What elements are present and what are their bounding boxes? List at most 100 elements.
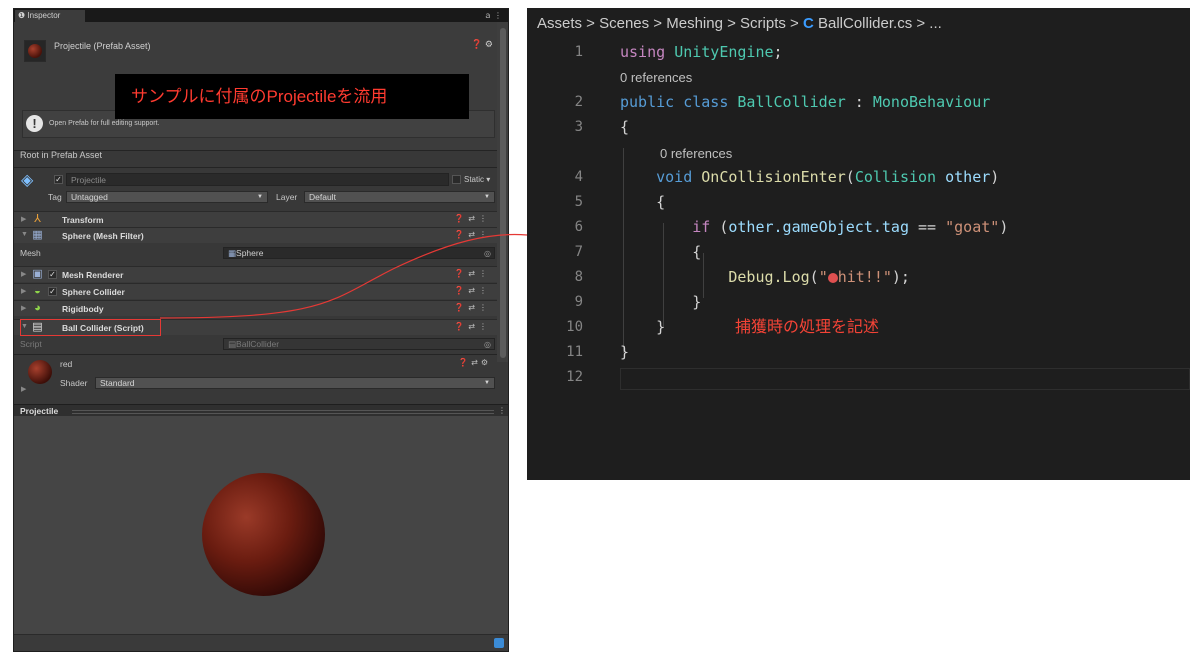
code-line-1[interactable]: using UnityEngine; (620, 43, 783, 61)
component-menu-icon[interactable]: ❓⇄⋮ (454, 230, 491, 239)
foldout-arrow-icon: ▶ (21, 305, 27, 312)
material-menu-icon[interactable]: ❓⇄⚙ (458, 358, 491, 367)
sphere-preview (202, 473, 325, 596)
tab-inspector-label: Inspector (27, 11, 61, 20)
material-name: red (60, 359, 73, 369)
line-number: 6 (574, 219, 583, 235)
component-name: Sphere (Mesh Filter) (62, 231, 144, 241)
line-number: 8 (574, 269, 583, 285)
tab-menu-icon[interactable]: ａ ⋮ (484, 9, 502, 22)
chevron-down-icon: ▼ (484, 380, 490, 386)
layer-label: Layer (276, 192, 298, 202)
drag-handle[interactable] (72, 410, 494, 414)
foldout-arrow-icon: ▼ (21, 231, 28, 238)
target-emoji-icon (827, 272, 838, 283)
code-line-4[interactable]: void OnCollisionEnter(Collision other) (620, 168, 999, 186)
component-menu-icon[interactable]: ❓⇄⋮ (454, 214, 491, 223)
code-line-3[interactable]: { (620, 118, 629, 136)
static-checkbox[interactable] (452, 175, 461, 184)
foldout-arrow-icon: ▶ (21, 216, 27, 223)
current-line-highlight[interactable] (620, 368, 1190, 390)
enabled-checkbox[interactable]: ✓ (48, 270, 57, 279)
code-line-2[interactable]: public class BallCollider : MonoBehaviou… (620, 93, 990, 111)
code-line-7[interactable]: { (620, 243, 701, 261)
shader-label: Shader (60, 378, 88, 388)
mesh-label: Mesh (20, 248, 41, 258)
static-dropdown[interactable]: Static ▾ (464, 175, 490, 184)
line-number: 11 (566, 344, 583, 360)
mesh-renderer-icon: ▣ (32, 268, 43, 280)
script-label: Script (20, 339, 42, 349)
sphere-collider-icon: ◒ (34, 285, 41, 297)
header-settings-icon[interactable]: ❓ ⚙ (471, 39, 493, 50)
codelens-references[interactable]: 0 references (620, 70, 692, 85)
component-name: Sphere Collider (62, 287, 125, 297)
lock-icon[interactable]: ａ (484, 11, 492, 20)
component-menu-icon[interactable]: ❓⇄⋮ (454, 303, 491, 312)
active-checkbox[interactable]: ✓ (54, 175, 63, 184)
mesh-property: Mesh ▦Sphere ◎ (14, 245, 497, 261)
line-number: 1 (574, 44, 583, 60)
script-field: ▤BallCollider ◎ (223, 338, 495, 350)
breadcrumb-tail[interactable]: > ... (912, 15, 941, 32)
gameobject-row: ◈ ✓ Projectile Static ▾ Tag Untagged ▼ La… (14, 170, 497, 210)
info-icon: ❶ (18, 11, 26, 20)
component-mesh-renderer[interactable]: ▶ ▣ ✓ Mesh Renderer ❓⇄⋮ (14, 266, 497, 282)
highlight-box (20, 319, 161, 336)
help-text: Open Prefab for full editing support. (49, 120, 160, 127)
layer-dropdown[interactable]: Default ▼ (304, 191, 495, 203)
mesh-icon: ▦ (228, 248, 237, 258)
foldout-arrow-icon[interactable]: ▶ (21, 385, 26, 393)
component-sphere-collider[interactable]: ▶ ◒ ✓ Sphere Collider ❓⇄⋮ (14, 283, 497, 299)
chevron-down-icon: ▼ (484, 194, 490, 200)
material-section: red Shader Standard ▼ ❓⇄⚙ ▶ (14, 355, 497, 395)
tag-dropdown[interactable]: Untagged ▼ (66, 191, 268, 203)
component-rigidbody[interactable]: ▶ ◕ Rigidbody ❓⇄⋮ (14, 300, 497, 316)
transform-icon: ⅄ (34, 213, 41, 225)
object-picker-icon: ◎ (484, 340, 491, 349)
tag-label: Tag (48, 192, 62, 202)
component-menu-icon[interactable]: ❓⇄⋮ (454, 322, 491, 331)
tab-inspector[interactable]: ❶ Inspector (15, 10, 85, 22)
code-editor: Assets > Scenes > Meshing > Scripts > C … (527, 8, 1190, 480)
codelens-references[interactable]: 0 references (660, 146, 732, 161)
line-number: 3 (574, 119, 583, 135)
component-transform[interactable]: ▶ ⅄ Transform ❓⇄⋮ (14, 211, 497, 227)
code-line-9[interactable]: } (620, 293, 701, 311)
code-line-6[interactable]: if (other.gameObject.tag == "goat") (620, 218, 1008, 236)
inspector-panel: ❶ Inspector ａ ⋮ Projectile (Prefab Asset… (13, 8, 509, 652)
code-line-10[interactable]: } (620, 318, 665, 336)
breadcrumb[interactable]: Assets > Scenes > Meshing > Scripts > C … (537, 15, 942, 32)
rigidbody-icon: ◕ (34, 302, 41, 314)
line-number: 10 (566, 319, 583, 335)
breadcrumb-path[interactable]: Assets > Scenes > Meshing > Scripts > (537, 15, 803, 32)
component-menu-icon[interactable]: ❓⇄⋮ (454, 286, 491, 295)
exclamation-icon: ! (26, 115, 43, 132)
vertical-scrollbar[interactable] (497, 22, 508, 362)
line-number: 4 (574, 169, 583, 185)
component-name: Rigidbody (62, 304, 104, 314)
code-line-8[interactable]: Debug.Log(" hit!!"); (620, 268, 910, 286)
mesh-field[interactable]: ▦Sphere ◎ (223, 247, 495, 259)
line-number: 12 (566, 369, 583, 385)
enabled-checkbox[interactable]: ✓ (48, 287, 57, 296)
object-picker-icon[interactable]: ◎ (484, 248, 491, 259)
code-line-5[interactable]: { (620, 193, 665, 211)
breadcrumb-file[interactable]: BallCollider.cs (818, 15, 912, 32)
inspector-tabbar: ❶ Inspector ａ ⋮ (14, 9, 508, 22)
prefab-preview-icon (24, 40, 46, 62)
line-number: 5 (574, 194, 583, 210)
code-annotation: 捕獲時の処理を記述 (735, 319, 880, 336)
foldout-arrow-icon: ▶ (21, 271, 27, 278)
shader-dropdown[interactable]: Standard ▼ (95, 377, 495, 389)
asset-preview[interactable] (14, 416, 508, 634)
object-name-field[interactable]: Projectile (66, 173, 449, 186)
component-mesh-filter[interactable]: ▼ ▦ Sphere (Mesh Filter) ❓⇄⋮ (14, 227, 497, 243)
script-property: Script ▤BallCollider ◎ (14, 336, 497, 352)
asset-label-icon[interactable] (494, 638, 504, 648)
component-menu-icon[interactable]: ❓⇄⋮ (454, 269, 491, 278)
csharp-file-icon: C (802, 15, 814, 32)
code-line-11[interactable]: } (620, 343, 629, 361)
mesh-filter-icon: ▦ (32, 229, 43, 241)
line-number: 9 (574, 294, 583, 310)
